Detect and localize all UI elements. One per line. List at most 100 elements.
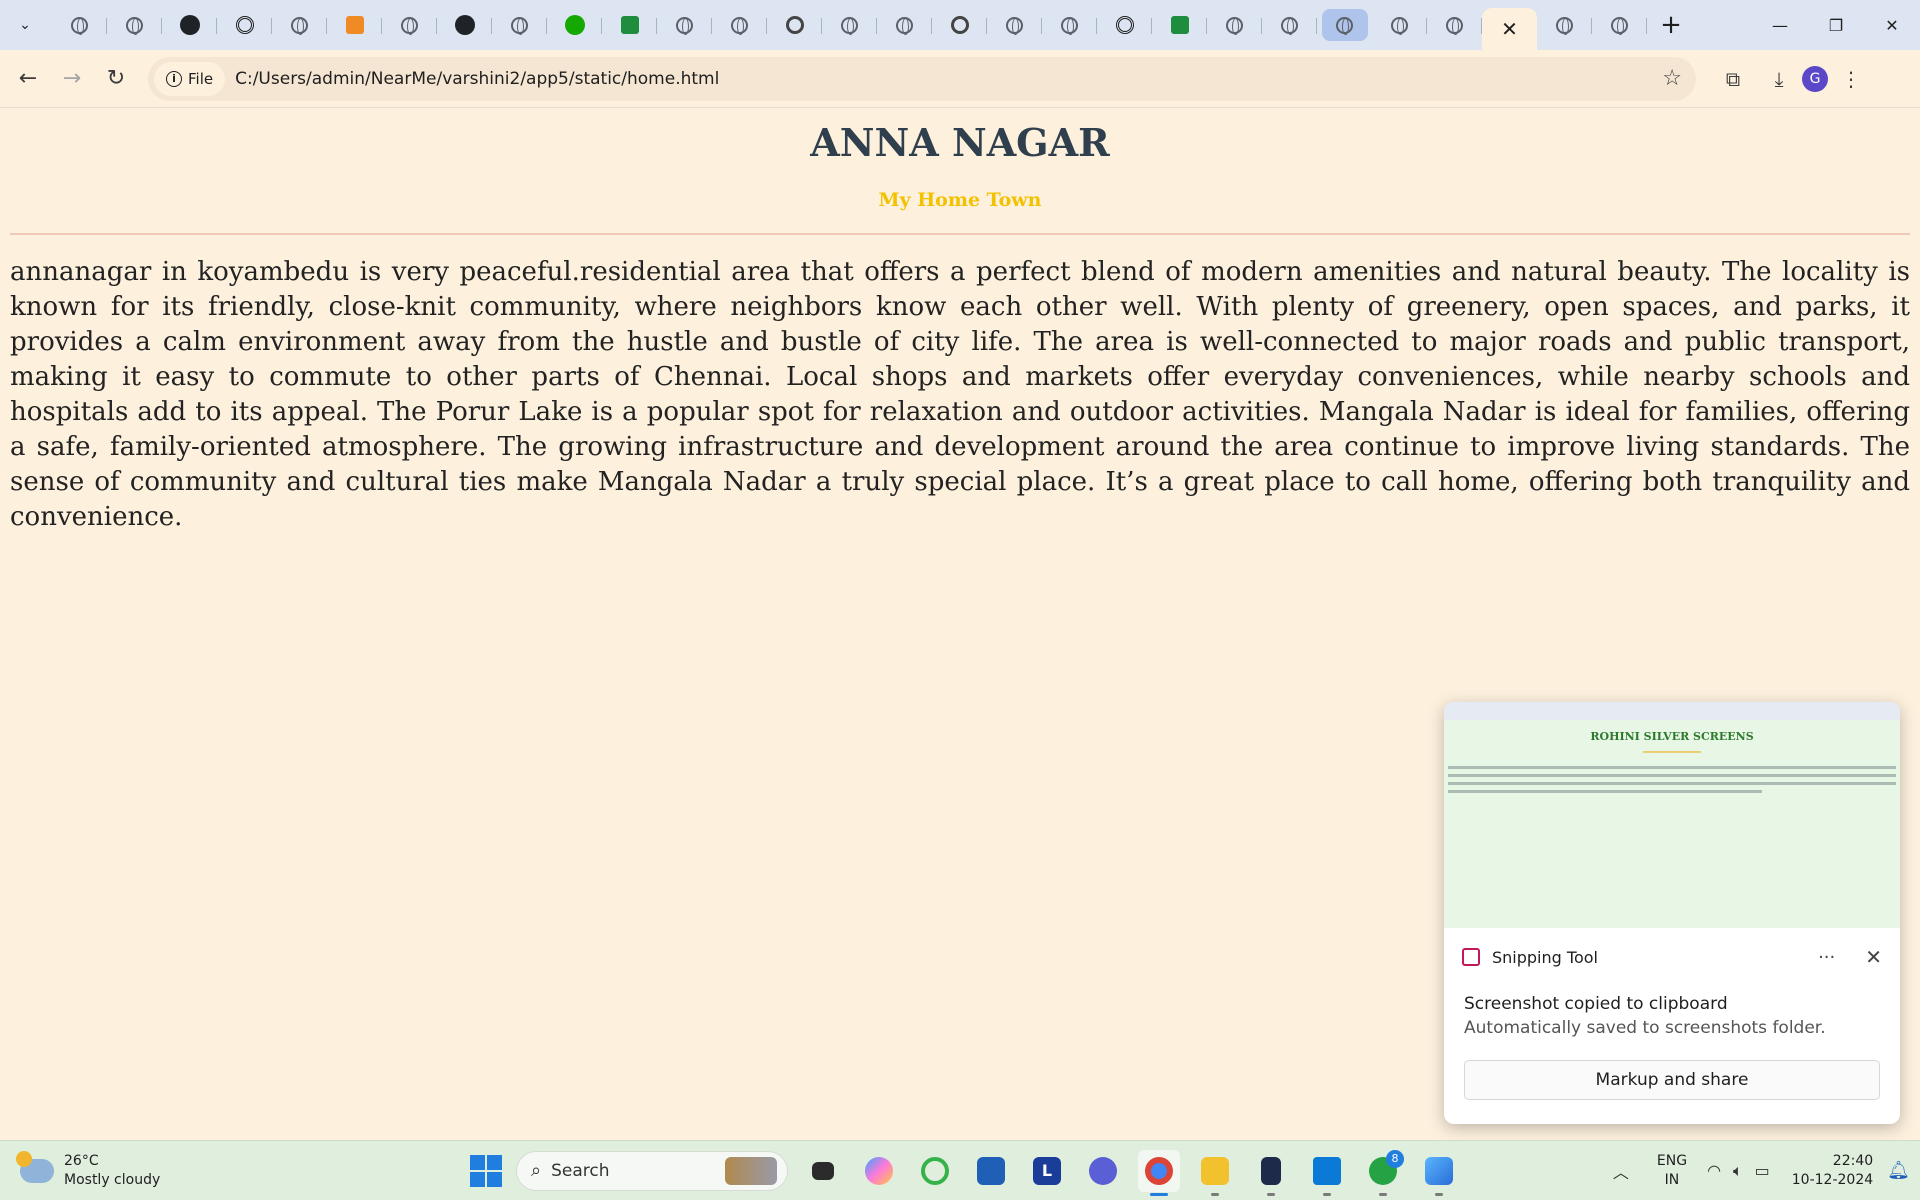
region-code: IN bbox=[1664, 1171, 1680, 1188]
browser-toolbar: ← → ↻ i File C:/Users/admin/NearMe/varsh… bbox=[0, 50, 1920, 108]
browser-tab[interactable] bbox=[1372, 5, 1427, 45]
globe-icon bbox=[882, 9, 928, 41]
thumbnail-title: ROHINI SILVER SCREENS bbox=[1590, 730, 1754, 743]
reload-button[interactable]: ↻ bbox=[94, 57, 138, 101]
url-text[interactable]: C:/Users/admin/NearMe/varshini2/app5/sta… bbox=[235, 69, 719, 89]
l-app[interactable]: L bbox=[1026, 1150, 1068, 1192]
whatsapp-badge: 8 bbox=[1386, 1149, 1404, 1168]
file-explorer-app[interactable] bbox=[1194, 1150, 1236, 1196]
browser-tab[interactable] bbox=[1042, 5, 1097, 45]
whatsapp-app[interactable]: 8 bbox=[1362, 1149, 1404, 1196]
thumbnail-text-lines bbox=[1448, 766, 1896, 793]
browser-tab[interactable] bbox=[822, 5, 877, 45]
close-icon[interactable]: ✕ bbox=[1865, 945, 1882, 969]
markup-and-share-button[interactable]: Markup and share bbox=[1464, 1060, 1880, 1100]
extensions-icon[interactable]: ⧉ bbox=[1710, 57, 1756, 101]
clock-time: 22:40 bbox=[1832, 1152, 1874, 1169]
browser-tab[interactable] bbox=[492, 5, 547, 45]
github-icon bbox=[442, 9, 488, 41]
screenshot-thumbnail[interactable]: ROHINI SILVER SCREENS ━━━━━━━━━━━━━━━━ bbox=[1444, 702, 1900, 928]
browser-tab[interactable] bbox=[272, 5, 327, 45]
globe-icon bbox=[277, 9, 323, 41]
new-tab-button[interactable]: + bbox=[1651, 5, 1691, 45]
forward-button[interactable]: → bbox=[50, 57, 94, 101]
page-body-paragraph: annanagar in koyambedu is very peaceful.… bbox=[10, 257, 1910, 532]
bookmark-star-icon[interactable]: ☆ bbox=[1662, 66, 1682, 91]
battery-icon[interactable]: ▭ bbox=[1755, 1161, 1770, 1181]
minimize-icon[interactable]: — bbox=[1752, 0, 1808, 50]
search-highlight-image bbox=[725, 1156, 777, 1185]
browser-tab[interactable] bbox=[1427, 5, 1482, 45]
browser-tab[interactable] bbox=[767, 5, 822, 45]
browser-tab[interactable] bbox=[712, 5, 767, 45]
profile-avatar[interactable]: G bbox=[1802, 65, 1828, 92]
browser-tab[interactable] bbox=[1262, 5, 1317, 45]
page-subtitle: My Home Town bbox=[878, 189, 1042, 211]
browser-tab[interactable] bbox=[1207, 5, 1262, 45]
browser-tab[interactable] bbox=[217, 5, 272, 45]
browser-tab[interactable] bbox=[1317, 5, 1372, 45]
copilot-app[interactable] bbox=[858, 1150, 900, 1192]
globe-icon bbox=[1047, 9, 1093, 41]
show-hidden-icons-chevron-icon[interactable]: ︿ bbox=[1613, 1159, 1629, 1183]
notification-bell-icon[interactable]: 🔔︎ bbox=[1887, 1160, 1910, 1181]
browser-tab[interactable] bbox=[1097, 5, 1152, 45]
browser-tab[interactable] bbox=[657, 5, 712, 45]
language-indicator[interactable]: ENG IN bbox=[1657, 1152, 1687, 1190]
taskbar-search-box[interactable]: ⌕ Search bbox=[516, 1150, 788, 1191]
weather-widget[interactable]: 26°C Mostly cloudy bbox=[16, 1150, 220, 1190]
sheets-icon bbox=[607, 9, 653, 41]
browser-tab[interactable] bbox=[107, 5, 162, 45]
browser-tab[interactable] bbox=[877, 5, 932, 45]
browser-tab[interactable] bbox=[987, 5, 1042, 45]
site-info-chip[interactable]: i File bbox=[154, 61, 226, 96]
globe-icon bbox=[717, 9, 763, 41]
weather-condition: Mostly cloudy bbox=[64, 1171, 161, 1188]
thumbnail-browser-bar bbox=[1444, 702, 1900, 720]
vscode-app[interactable] bbox=[1306, 1150, 1348, 1196]
clock[interactable]: 22:40 10-12-2024 bbox=[1792, 1152, 1873, 1190]
browser-tab[interactable] bbox=[547, 5, 602, 45]
photos-app[interactable] bbox=[1418, 1150, 1460, 1196]
site-info-label: File bbox=[188, 69, 214, 88]
browser-tab[interactable] bbox=[382, 5, 437, 45]
address-bar[interactable]: i File C:/Users/admin/NearMe/varshini2/a… bbox=[148, 56, 1696, 101]
restore-icon[interactable]: ❐ bbox=[1808, 0, 1864, 50]
browser-tab[interactable] bbox=[1152, 5, 1207, 45]
taskbar-apps: ⌕ Search L 8 bbox=[470, 1149, 1460, 1196]
wifi-icon[interactable]: ◠ bbox=[1707, 1161, 1721, 1181]
task-view-app[interactable] bbox=[802, 1150, 844, 1192]
globe-icon bbox=[112, 9, 158, 41]
back-button[interactable]: ← bbox=[6, 57, 50, 101]
thumbnail-subtitle-line: ━━━━━━━━━━━━━━━━ bbox=[1643, 749, 1701, 756]
chrome-app[interactable] bbox=[1138, 1149, 1180, 1196]
menu-kebab-icon[interactable]: ⋮ bbox=[1828, 57, 1874, 101]
globe-icon bbox=[1597, 9, 1643, 41]
mountain-app[interactable] bbox=[1082, 1150, 1124, 1192]
globe-icon bbox=[1542, 9, 1588, 41]
clock-date: 10-12-2024 bbox=[1791, 1171, 1874, 1188]
tab-search-chevron-icon[interactable]: ⌄ bbox=[8, 8, 42, 42]
browser-tab[interactable] bbox=[327, 5, 382, 45]
download-icon[interactable]: ⤓ bbox=[1756, 57, 1802, 101]
windows-start-icon[interactable] bbox=[470, 1154, 502, 1187]
snipping-tool-notification[interactable]: ROHINI SILVER SCREENS ━━━━━━━━━━━━━━━━ S… bbox=[1444, 702, 1900, 1124]
notification-message: Screenshot copied to clipboard bbox=[1464, 994, 1728, 1014]
volume-icon[interactable]: 🔈︎ bbox=[1733, 1161, 1743, 1181]
microsoft-store-app[interactable] bbox=[970, 1150, 1012, 1192]
notification-detail: Automatically saved to screenshots folde… bbox=[1464, 1018, 1826, 1038]
phone-link-app[interactable] bbox=[1250, 1150, 1292, 1196]
browser-tab[interactable] bbox=[437, 5, 492, 45]
browser-tab[interactable] bbox=[602, 5, 657, 45]
browser-tab[interactable]: ✕ bbox=[1482, 8, 1537, 50]
browser-tab[interactable] bbox=[1592, 5, 1647, 45]
green-ring-app[interactable] bbox=[914, 1150, 956, 1192]
close-window-icon[interactable]: ✕ bbox=[1864, 0, 1920, 50]
globe-icon bbox=[497, 9, 543, 41]
browser-tab[interactable] bbox=[1537, 5, 1592, 45]
browser-tab[interactable] bbox=[932, 5, 987, 45]
more-options-icon[interactable]: ··· bbox=[1818, 947, 1835, 968]
browser-tab[interactable] bbox=[162, 5, 217, 45]
marketing-icon bbox=[332, 9, 378, 41]
browser-tab[interactable] bbox=[52, 5, 107, 45]
